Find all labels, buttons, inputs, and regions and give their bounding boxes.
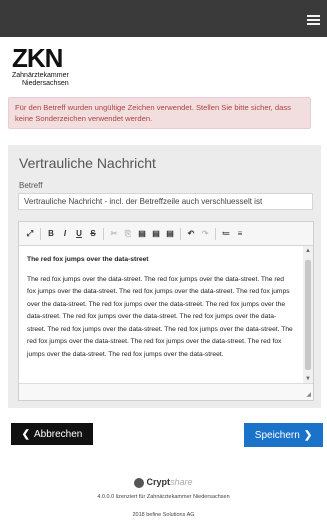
cut-icon[interactable]: ✂ [107,228,121,240]
cancel-button[interactable]: ❮ Abbrechen [11,423,93,445]
maximize-icon[interactable]: ⤢ [23,228,37,240]
scroll-down-icon[interactable]: ▼ [305,376,311,382]
top-navbar [0,0,327,37]
editor-body: The red fox jumps over the data-street. … [27,275,293,358]
strikethrough-button[interactable]: S [86,228,100,240]
toolbar-separator [215,227,216,240]
numbered-list-icon[interactable]: ≔ [219,228,233,240]
bold-button[interactable]: B [44,228,58,240]
logo-line1: Zahnärztekammer [12,72,69,79]
cryptshare-icon [134,477,145,488]
logo-wordmark: ZKN [12,43,63,73]
error-alert: Für den Betreff wurden ungültige Zeichen… [8,97,311,129]
hamburger-icon[interactable] [307,15,320,25]
bullet-list-icon[interactable]: ≡ [233,228,247,240]
paste-icon[interactable]: ▤ [135,228,149,240]
italic-button[interactable]: I [58,228,72,240]
scroll-up-icon[interactable]: ▲ [305,248,311,254]
paste-word-icon[interactable]: ▤ [163,228,177,240]
logo-line2: Niedersachsen [22,80,69,87]
editor-scrollbar[interactable]: ▲ ▼ [303,246,313,384]
redo-icon[interactable]: ↷ [198,228,212,240]
scroll-thumb[interactable] [305,260,311,370]
zkn-logo: ZKN Zahnärztekammer Niedersachsen [12,45,112,90]
resize-handle-icon[interactable]: ◢ [306,391,311,398]
cryptshare-logo: Cryptshare [0,477,327,488]
editor-toolbar: ⤢ B I U S ✂ ⎘ ▤ ▤ ▤ ↶ ↷ ≔ ≡ [19,222,313,246]
toolbar-separator [180,227,181,240]
save-label: Speichern [254,429,300,441]
copy-icon[interactable]: ⎘ [121,228,135,240]
underline-button[interactable]: U [72,228,86,240]
editor-statusbar: ◢ [19,383,313,400]
editor-heading: The red fox jumps over the data-street [27,256,149,263]
subject-label: Betreff [19,181,43,190]
message-panel: Vertrauliche Nachricht Betreff Vertrauli… [8,145,321,408]
toolbar-separator [40,227,41,240]
cancel-label: Abbrechen [34,428,83,440]
toolbar-separator [103,227,104,240]
paste-text-icon[interactable]: ▤ [149,228,163,240]
subject-input[interactable]: Vertrauliche Nachricht - incl. der Betre… [18,193,313,210]
copyright-text: 2018 befine Solutions AG [132,512,195,518]
page-title: Vertrauliche Nachricht [19,155,156,171]
editor-content[interactable]: The red fox jumps over the data-street T… [19,246,301,384]
chevron-left-icon: ❮ [21,428,30,440]
undo-icon[interactable]: ↶ [184,228,198,240]
license-text: 4.0.0.0 lizenziert für Zahnärztekammer N… [97,494,230,500]
rich-text-editor: ⤢ B I U S ✂ ⎘ ▤ ▤ ▤ ↶ ↷ ≔ ≡ The red fox … [18,221,314,401]
save-button[interactable]: Speichern ❯ [244,423,323,447]
chevron-right-icon: ❯ [303,429,313,441]
